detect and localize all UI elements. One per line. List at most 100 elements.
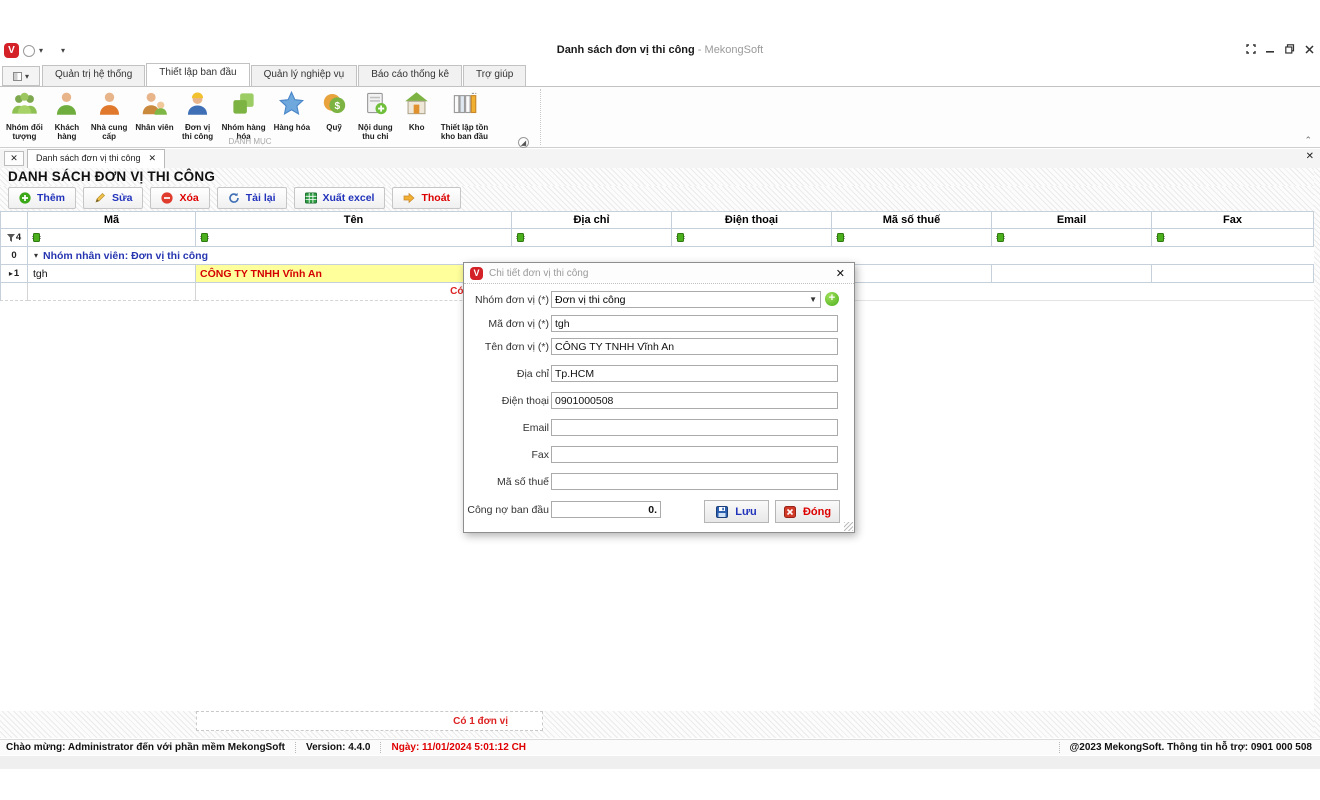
group-combo[interactable]: Đơn vị thi công ▼ <box>551 291 821 308</box>
add-button[interactable]: Thêm <box>8 187 76 209</box>
add-group-button[interactable]: + <box>825 292 839 306</box>
exit-button[interactable]: Thoát <box>392 187 461 209</box>
ribbon-tab-bao-cao-thong-ke[interactable]: Báo cáo thống kê <box>358 65 462 86</box>
filter-cell-fax[interactable] <box>1152 229 1314 247</box>
field-row-dia-chi: Địa chỉ <box>464 365 854 382</box>
close-icon[interactable] <box>1305 45 1314 54</box>
group-footer-indicator <box>0 283 28 301</box>
column-header-ma[interactable]: Mã <box>28 211 196 229</box>
excel-icon <box>305 192 317 204</box>
employee-icon <box>141 90 168 122</box>
resize-grip[interactable] <box>844 522 853 531</box>
filter-edit-icon <box>1156 233 1165 242</box>
delete-icon <box>161 192 173 204</box>
opening-balance-field[interactable] <box>551 501 661 518</box>
ribbon-tab-quan-ly-nghiep-vu[interactable]: Quản lý nghiệp vụ <box>251 65 358 86</box>
save-icon <box>716 506 728 518</box>
ribbon-item-nha-cung-cap[interactable]: Nhà cung cấp <box>87 89 131 142</box>
group-footer-ma <box>28 283 196 301</box>
ribbon-collapse-icon[interactable]: ⌃ <box>1304 135 1312 146</box>
panel-close-icon[interactable]: ✕ <box>1306 151 1314 162</box>
minimize-icon[interactable] <box>1266 45 1275 54</box>
unit-code-field[interactable] <box>551 315 838 332</box>
column-header-dien-thoai[interactable]: Điện thoại <box>672 211 832 229</box>
refresh-icon <box>228 192 240 204</box>
phone-field[interactable] <box>551 392 838 409</box>
unit-name-field[interactable] <box>551 338 838 355</box>
coins-icon: $ <box>321 90 348 122</box>
warehouse-icon <box>403 90 430 122</box>
column-header-ten[interactable]: Tên <box>196 211 512 229</box>
column-header-fax[interactable]: Fax <box>1152 211 1314 229</box>
email-field[interactable] <box>551 419 838 436</box>
dialog-header[interactable]: V Chi tiết đơn vị thi công ✕ <box>464 263 854 284</box>
fullscreen-icon[interactable] <box>1246 44 1256 54</box>
dialog-close-icon[interactable]: ✕ <box>833 267 848 280</box>
cell-ma[interactable]: tgh <box>28 265 196 283</box>
column-header-dia-chi[interactable]: Địa chỉ <box>512 211 672 229</box>
doctab-close-icon[interactable]: ✕ <box>148 153 156 164</box>
cell-ma-so-thue[interactable] <box>832 265 992 283</box>
ribbon-item-noi-dung-thu-chi[interactable]: Nội dung thu chi <box>354 89 397 142</box>
title-bar: V ▾ ▾ Danh sách đơn vị thi công - Mekong… <box>0 40 1320 62</box>
toolbar-strip: Thêm Sửa Xóa Tải lại Xuất excel Thoát <box>0 186 1314 211</box>
ribbon-item-quy[interactable]: $ Quỹ <box>314 89 354 133</box>
stock-setup-icon <box>451 90 478 122</box>
filter-cell-ma-so-thue[interactable] <box>832 229 992 247</box>
fax-field[interactable] <box>551 446 838 463</box>
row-indicator-header <box>0 211 28 229</box>
status-separator <box>1059 742 1060 753</box>
close-x-icon <box>784 506 796 518</box>
svg-text:$: $ <box>334 101 340 112</box>
grid-filter-row: 4 <box>0 229 1314 247</box>
doctab-close-all-button[interactable]: ✕ <box>4 151 24 166</box>
app-window: V ▾ ▾ Danh sách đơn vị thi công - Mekong… <box>0 0 1320 800</box>
address-field[interactable] <box>551 365 838 382</box>
filter-edit-icon <box>516 233 525 242</box>
footer-summary-cell: Có 1 đơn vị <box>196 711 543 731</box>
ribbon-item-hang-hoa[interactable]: Hàng hóa <box>270 89 314 133</box>
ribbon-tab-quan-tri-he-thong[interactable]: Quản trị hệ thống <box>42 65 145 86</box>
edit-button[interactable]: Sửa <box>83 187 143 209</box>
tax-code-field[interactable] <box>551 473 838 490</box>
collapse-group-icon[interactable]: ▾ <box>34 251 38 260</box>
close-button[interactable]: Đóng <box>775 500 840 523</box>
document-tab-active[interactable]: Danh sách đơn vị thi công ✕ <box>27 149 165 168</box>
export-excel-button[interactable]: Xuất excel <box>294 187 386 209</box>
ribbon-panel: Nhóm đối tượng Khách hàng Nhà cung cấp N… <box>0 86 1320 148</box>
ribbon-item-don-vi-thi-cong[interactable]: Đơn vị thi công <box>178 89 218 142</box>
restore-icon[interactable] <box>1285 44 1295 54</box>
filter-edit-icon <box>32 233 41 242</box>
page-title: DANH SÁCH ĐƠN VỊ THI CÔNG <box>8 169 215 184</box>
filter-cell-dia-chi[interactable] <box>512 229 672 247</box>
ribbon-tab-thiet-lap-ban-dau[interactable]: Thiết lập ban đầu <box>146 63 249 86</box>
column-header-email[interactable]: Email <box>992 211 1152 229</box>
ribbon-tab-tro-giup[interactable]: Trợ giúp <box>463 65 526 86</box>
ribbon-item-khach-hang[interactable]: Khách hàng <box>47 89 87 142</box>
field-row-ma-so-thue: Mã số thuế <box>464 473 854 490</box>
window-title: Danh sách đơn vị thi công - MekongSoft <box>0 44 1320 56</box>
filter-cell-dien-thoai[interactable] <box>672 229 832 247</box>
filter-cell-ma[interactable] <box>28 229 196 247</box>
ribbon-item-nhom-hang-hoa[interactable]: Nhóm hàng hóa <box>218 89 270 142</box>
filter-cell-ten[interactable] <box>196 229 512 247</box>
add-icon <box>19 192 31 204</box>
ribbon-group-options-icon[interactable]: ◢ <box>518 137 529 148</box>
filter-cell-email[interactable] <box>992 229 1152 247</box>
grid-footer-strip: Có 1 đơn vị <box>0 711 1314 738</box>
ribbon-item-thiet-lap-ton-kho[interactable]: Thiết lập tồn kho ban đầu <box>437 89 493 142</box>
ribbon-item-kho[interactable]: Kho <box>397 89 437 133</box>
cell-email[interactable] <box>992 265 1152 283</box>
cell-fax[interactable] <box>1152 265 1314 283</box>
layout-selector-button[interactable]: ▾ <box>2 66 40 86</box>
status-separator <box>380 742 381 753</box>
save-button[interactable]: Lưu <box>704 500 769 523</box>
ribbon-item-nhan-vien[interactable]: Nhân viên <box>131 89 177 133</box>
column-header-ma-so-thue[interactable]: Mã số thuế <box>832 211 992 229</box>
reload-button[interactable]: Tải lại <box>217 187 287 209</box>
construction-worker-icon <box>184 90 211 122</box>
detail-dialog: V Chi tiết đơn vị thi công ✕ Nhóm đơn vị… <box>463 262 855 533</box>
exit-icon <box>403 192 415 204</box>
delete-button[interactable]: Xóa <box>150 187 209 209</box>
ribbon-item-nhom-doi-tuong[interactable]: Nhóm đối tượng <box>2 89 47 142</box>
